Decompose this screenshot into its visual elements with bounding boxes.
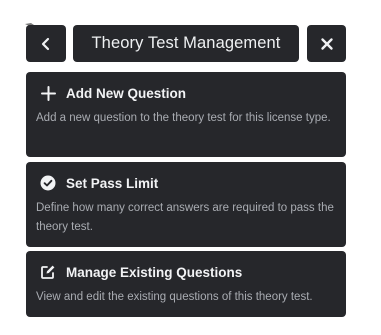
card-description: Add a new question to the theory test fo… (36, 112, 331, 124)
card-title: Set Pass Limit (66, 175, 159, 191)
check-circle-icon (39, 174, 57, 192)
title-box: Theory Test Management (73, 25, 299, 62)
manage-existing-questions-card[interactable]: Manage Existing Questions View and edit … (26, 251, 346, 317)
card-title-row: Add New Question (36, 84, 336, 102)
close-icon (320, 37, 333, 50)
plus-icon (39, 84, 57, 102)
card-title: Manage Existing Questions (66, 264, 243, 280)
add-new-question-card[interactable]: Add New Question Add a new question to t… (26, 72, 346, 157)
page-title: Theory Test Management (91, 34, 281, 52)
header-bar: Theory Test Management (26, 25, 346, 62)
set-pass-limit-card[interactable]: Set Pass Limit Define how many correct a… (26, 162, 346, 247)
edit-icon (39, 263, 57, 281)
theory-test-management-screen: Theory Test Management Add New Question … (0, 0, 381, 335)
card-title: Add New Question (66, 85, 187, 101)
card-title-row: Manage Existing Questions (36, 263, 336, 281)
chevron-left-icon (41, 37, 50, 50)
close-button[interactable] (307, 25, 346, 62)
card-title-row: Set Pass Limit (36, 174, 336, 192)
back-button[interactable] (26, 25, 66, 62)
card-description: Define how many correct answers are requ… (36, 202, 334, 233)
card-description: View and edit the existing questions of … (36, 291, 313, 303)
